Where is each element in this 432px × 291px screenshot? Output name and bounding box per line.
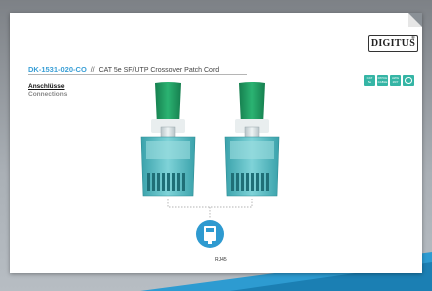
rj45-plug-left (140, 82, 196, 197)
connector-illustration (140, 82, 280, 248)
rj45-label: RJ45 (215, 257, 227, 263)
connection-line (167, 199, 253, 219)
rj45-plug-right (224, 82, 280, 197)
product-sheet: DIGITUS ® DK-1531-020-CO // CAT 5e SF/UT… (10, 13, 422, 273)
rj45-icon (196, 220, 224, 248)
